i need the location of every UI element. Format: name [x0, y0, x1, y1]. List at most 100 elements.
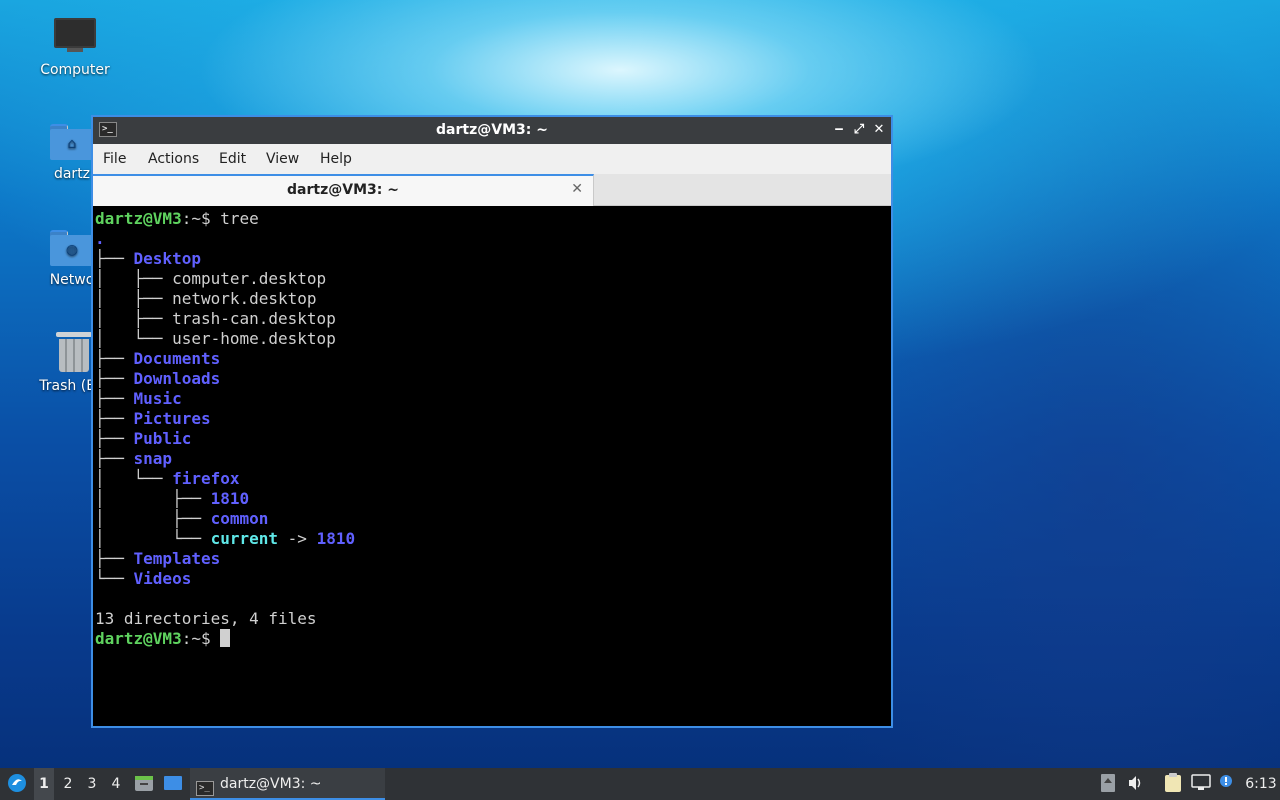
tree-branch: │ ├── [95, 289, 173, 308]
workspace-4[interactable]: 4 [106, 768, 126, 800]
menu-view[interactable]: View [266, 151, 299, 167]
terminal-output[interactable]: dartz@VM3:~$ tree . ├── Desktop │ ├── com… [93, 208, 891, 726]
tree-branch: │ └── [95, 329, 173, 348]
tree-dir-name: Music [133, 389, 182, 408]
taskbar-item-terminal[interactable]: >_ dartz@VM3: ~ [190, 768, 385, 800]
tree-line: ├── Templates [95, 549, 889, 569]
tree-branch: ├── [95, 549, 134, 568]
update-icon [1101, 774, 1115, 792]
tree-branch: ├── [95, 249, 134, 268]
menu-edit[interactable]: Edit [219, 151, 246, 167]
command-line: dartz@VM3:~$ tree [95, 209, 889, 229]
tree-branch: │ └── [95, 469, 173, 488]
tree-branch: │ ├── [95, 489, 211, 508]
tree-dir-name: 1810 [210, 489, 250, 508]
menu-file[interactable]: File [103, 151, 126, 167]
tree-branch: │ ├── [95, 309, 173, 328]
tree-dir-name: common [210, 509, 269, 528]
tree-file-name: computer.desktop [172, 269, 327, 288]
update-notifier[interactable] [1098, 768, 1118, 800]
workspace-3[interactable]: 3 [82, 768, 102, 800]
maximize-button[interactable]: ⤢ [851, 121, 867, 139]
tree-branch: ├── [95, 449, 134, 468]
tree-line: └── Videos [95, 569, 889, 589]
trash-icon [56, 332, 92, 372]
tree-line: │ └── user-home.desktop [95, 329, 889, 349]
minimize-button[interactable]: ‒ [831, 121, 847, 139]
network-icon [1191, 774, 1211, 790]
tree-file-name: user-home.desktop [172, 329, 336, 348]
tree-line: │ ├── network.desktop [95, 289, 889, 309]
tree-branch: │ ├── [95, 269, 173, 288]
tree-link-name: current [210, 529, 279, 548]
tree-line: │ └── firefox [95, 469, 889, 489]
terminal-task-icon: >_ [196, 781, 214, 796]
file-manager-launcher[interactable] [133, 768, 155, 800]
tree-line: ├── Documents [95, 349, 889, 369]
tab-terminal[interactable]: dartz@VM3: ~ ✕ [93, 174, 594, 206]
link-arrow: -> [278, 529, 317, 548]
tree-line: ├── Downloads [95, 369, 889, 389]
tree-line: ├── Public [95, 429, 889, 449]
tree-line: ├── snap [95, 449, 889, 469]
tree-branch: │ └── [95, 529, 211, 548]
terminal-window: >_ dartz@VM3: ~ ‒ ⤢ ✕ File Actions Edit … [91, 115, 893, 728]
menu-actions[interactable]: Actions [148, 151, 199, 167]
desktop-icon-label: Netwo [49, 272, 95, 288]
tree-dir-name: Public [133, 429, 192, 448]
command-text: tree [220, 209, 259, 228]
tree-root: . [95, 229, 105, 248]
tree-branch: ├── [95, 429, 134, 448]
home-folder-icon: ⌂ [50, 124, 94, 160]
tree-file-name: network.desktop [172, 289, 317, 308]
start-menu-button[interactable] [4, 768, 30, 800]
close-button[interactable]: ✕ [871, 121, 887, 139]
task-label: dartz@VM3: ~ [220, 776, 322, 792]
taskbar: 1 2 3 4 >_ dartz@VM3: ~ 6:13 [0, 768, 1280, 800]
clipboard-manager[interactable] [1162, 768, 1184, 800]
tree-summary: 13 directories, 4 files [95, 609, 317, 628]
tree-dir-name: Documents [133, 349, 221, 368]
tree-branch: ├── [95, 409, 134, 428]
network-manager[interactable] [1190, 768, 1212, 800]
tree-dir-name: Videos [133, 569, 192, 588]
tree-dir-name: firefox [172, 469, 240, 488]
tree-dir-name: Downloads [133, 369, 221, 388]
link-target: 1810 [316, 529, 356, 548]
desktop-icon-label: dartz [53, 166, 91, 182]
tab-label: dartz@VM3: ~ [287, 182, 399, 198]
tree-branch: └── [95, 569, 134, 588]
menu-help[interactable]: Help [320, 151, 352, 167]
tree-dir-name: Desktop [133, 249, 201, 268]
tree-branch: ├── [95, 389, 134, 408]
tab-bar: dartz@VM3: ~ ✕ [93, 174, 891, 206]
tree-branch: ├── [95, 369, 134, 388]
tab-close-icon[interactable]: ✕ [571, 181, 583, 197]
tree-dir-name: Templates [133, 549, 221, 568]
text-cursor [220, 629, 231, 647]
prompt-user: dartz@VM3 [95, 209, 182, 228]
window-title: dartz@VM3: ~ [436, 122, 548, 138]
tree-line: ├── Pictures [95, 409, 889, 429]
workspace-1[interactable]: 1 [34, 768, 54, 800]
lubuntu-start-icon [8, 774, 26, 792]
tree-dir-name: snap [133, 449, 173, 468]
workspace-2[interactable]: 2 [58, 768, 78, 800]
tree-line: ├── Desktop [95, 249, 889, 269]
show-desktop-button[interactable] [162, 768, 184, 800]
clipboard-icon [1165, 773, 1181, 792]
volume-control[interactable] [1126, 768, 1146, 800]
notifications[interactable] [1216, 768, 1238, 800]
file-manager-icon [135, 776, 153, 791]
menu-bar: File Actions Edit View Help [93, 144, 891, 174]
tree-line: │ ├── 1810 [95, 489, 889, 509]
prompt-user: dartz@VM3 [95, 629, 182, 648]
desktop-icon-label: Computer [40, 62, 110, 78]
window-titlebar[interactable]: >_ dartz@VM3: ~ ‒ ⤢ ✕ [93, 117, 891, 144]
tree-dir-name: Pictures [133, 409, 211, 428]
desktop-icon-computer[interactable]: Computer [25, 18, 125, 78]
clock[interactable]: 6:13 [1244, 768, 1278, 800]
computer-icon [54, 18, 96, 56]
tree-line: │ ├── trash-can.desktop [95, 309, 889, 329]
